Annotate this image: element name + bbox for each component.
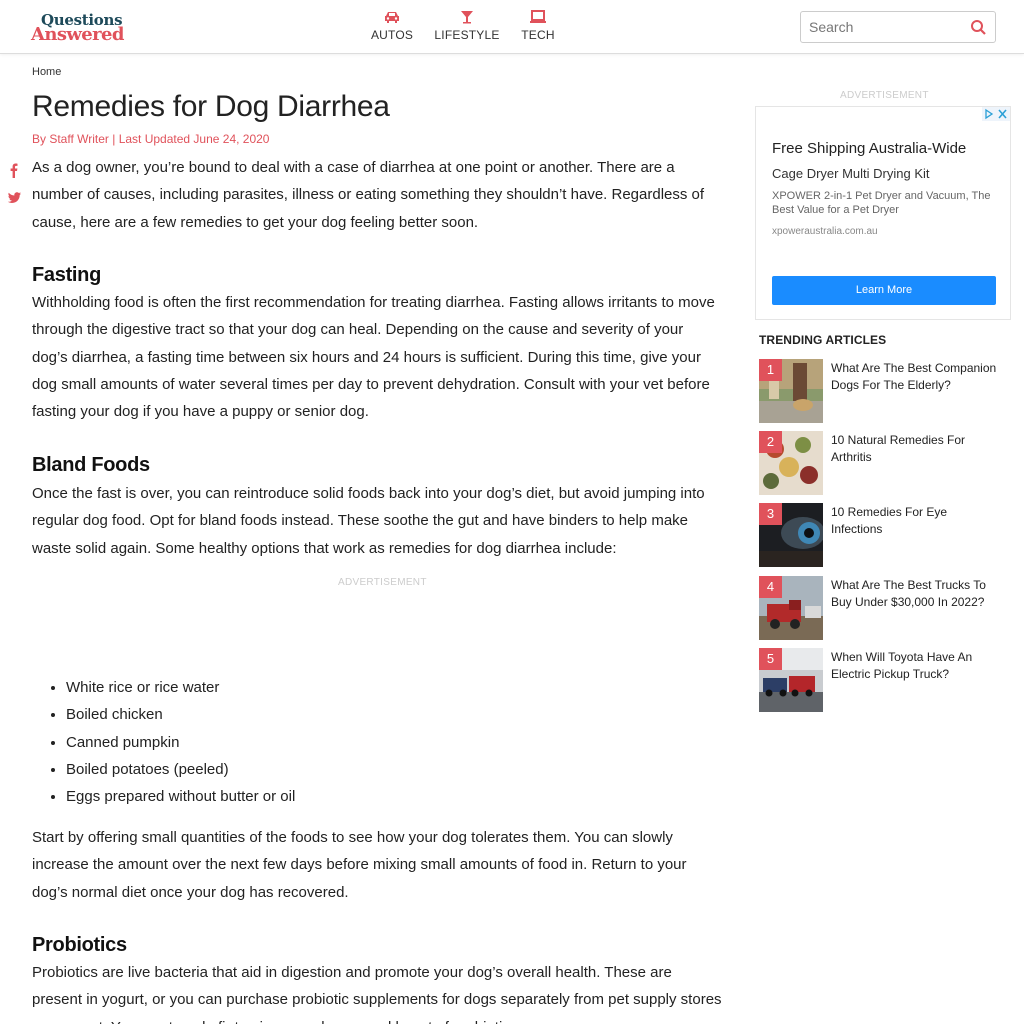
trending-rank: 5 bbox=[759, 648, 782, 670]
heading-fasting: Fasting bbox=[32, 264, 102, 286]
sidebar-ad-label: ADVERTISEMENT bbox=[840, 90, 929, 101]
fasting-paragraph: Withholding food is often the first reco… bbox=[32, 294, 715, 421]
ad-headline[interactable]: Free Shipping Australia-Wide bbox=[772, 140, 966, 157]
logo-line-2: Answered bbox=[31, 24, 124, 45]
list-item: Eggs prepared without butter or oil bbox=[66, 783, 295, 810]
trending-rank: 1 bbox=[759, 359, 782, 381]
cocktail-icon bbox=[461, 11, 473, 24]
adchoices-icon[interactable] bbox=[982, 107, 1010, 121]
ad-description: XPOWER 2-in-1 Pet Dryer and Vacuum, The … bbox=[772, 190, 991, 216]
bland-foods-paragraph: Once the fast is over, you can reintrodu… bbox=[32, 485, 705, 557]
twitter-icon[interactable] bbox=[6, 190, 22, 206]
trending-rank: 2 bbox=[759, 431, 782, 453]
trending-title[interactable]: 10 Natural Remedies For Arthritis bbox=[831, 432, 1001, 466]
ad-subhead: Cage Dryer Multi Drying Kit bbox=[772, 166, 930, 181]
list-item: Boiled potatoes (peeled) bbox=[66, 756, 295, 783]
trending-title[interactable]: When Will Toyota Have An Electric Pickup… bbox=[831, 649, 1001, 683]
trending-item-4[interactable]: 4 What Are The Best Trucks To Buy Under … bbox=[759, 576, 1009, 640]
list-item: Canned pumpkin bbox=[66, 729, 295, 756]
trending-title[interactable]: What Are The Best Companion Dogs For The… bbox=[831, 360, 1001, 394]
heading-bland-foods: Bland Foods bbox=[32, 454, 150, 476]
article-byline: By Staff Writer | Last Updated June 24, … bbox=[32, 132, 270, 146]
nav-autos[interactable]: AUTOS bbox=[370, 10, 414, 44]
trending-rank: 4 bbox=[759, 576, 782, 598]
ad-url: xpoweraustralia.com.au bbox=[772, 226, 878, 237]
breadcrumb[interactable]: Home bbox=[32, 66, 61, 78]
facebook-icon[interactable] bbox=[6, 162, 22, 178]
search-box[interactable] bbox=[800, 11, 996, 43]
nav-tech[interactable]: TECH bbox=[521, 10, 555, 44]
car-icon bbox=[385, 12, 399, 23]
bland-foods-followup-paragraph: Start by offering small quantities of th… bbox=[32, 829, 687, 901]
trending-title[interactable]: 10 Remedies For Eye Infections bbox=[831, 504, 1001, 538]
trending-item-3[interactable]: 3 10 Remedies For Eye Infections bbox=[759, 503, 1009, 567]
search-icon[interactable] bbox=[970, 19, 987, 36]
list-item: White rice or rice water bbox=[66, 674, 295, 701]
bland-foods-list: White rice or rice water Boiled chicken … bbox=[48, 674, 295, 810]
intro-paragraph: As a dog owner, you’re bound to deal wit… bbox=[32, 159, 705, 231]
trending-title[interactable]: What Are The Best Trucks To Buy Under $3… bbox=[831, 577, 1001, 611]
site-logo[interactable]: Questions Answered bbox=[31, 11, 131, 45]
nav-lifestyle-label: LIFESTYLE bbox=[434, 28, 500, 42]
sidebar-ad[interactable]: Free Shipping Australia-Wide Cage Dryer … bbox=[755, 106, 1011, 320]
site-header: Questions Answered AUTOS LIFESTYLE TECH bbox=[0, 0, 1024, 54]
search-input[interactable] bbox=[809, 17, 959, 37]
nav-autos-label: AUTOS bbox=[370, 28, 414, 42]
trending-item-2[interactable]: 2 10 Natural Remedies For Arthritis bbox=[759, 431, 1009, 495]
learn-more-button[interactable]: Learn More bbox=[772, 276, 996, 305]
laptop-icon bbox=[530, 10, 546, 23]
probiotics-paragraph: Probiotics are live bacteria that aid in… bbox=[32, 964, 722, 1024]
trending-item-5[interactable]: 5 When Will Toyota Have An Electric Pick… bbox=[759, 648, 1009, 712]
trending-rank: 3 bbox=[759, 503, 782, 525]
nav-lifestyle[interactable]: LIFESTYLE bbox=[434, 10, 499, 44]
inline-ad-label: ADVERTISEMENT bbox=[338, 577, 427, 588]
list-item: Boiled chicken bbox=[66, 701, 295, 728]
nav-tech-label: TECH bbox=[521, 28, 555, 42]
trending-heading: TRENDING ARTICLES bbox=[759, 333, 887, 347]
trending-item-1[interactable]: 1 What Are The Best Companion Dogs For T… bbox=[759, 359, 1009, 423]
heading-probiotics: Probiotics bbox=[32, 934, 127, 956]
page-title: Remedies for Dog Diarrhea bbox=[32, 90, 390, 123]
